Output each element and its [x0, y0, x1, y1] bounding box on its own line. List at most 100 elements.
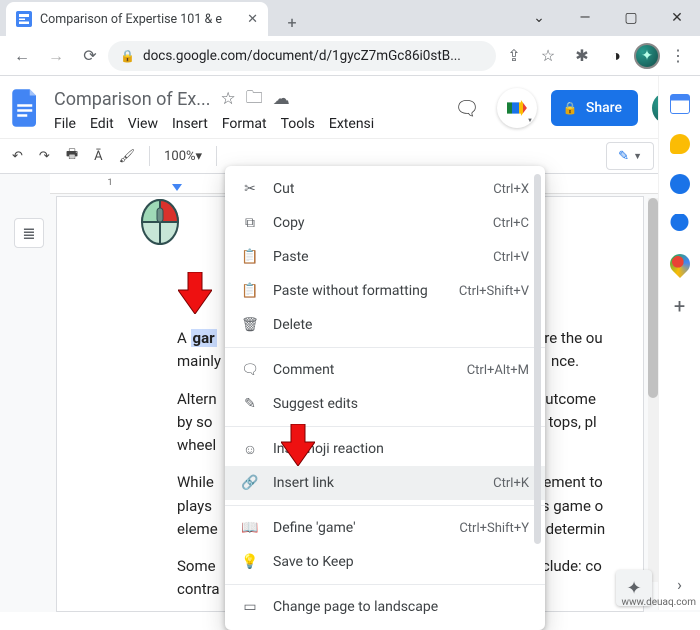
- star-icon[interactable]: ☆: [221, 89, 236, 109]
- spellcheck-button[interactable]: Ā: [88, 145, 108, 168]
- selected-text[interactable]: gar: [191, 329, 217, 347]
- menu-view[interactable]: View: [128, 116, 158, 132]
- docs-logo[interactable]: [8, 84, 44, 132]
- browser-tab[interactable]: Comparison of Expertise 101 & e ✕: [6, 2, 268, 36]
- menu-item-label: Paste: [273, 249, 479, 265]
- document-title[interactable]: Comparison of Ex...: [54, 89, 211, 110]
- menu-scroll-thumb[interactable]: [534, 174, 541, 544]
- comments-history-icon[interactable]: 🗨: [451, 92, 483, 124]
- menu-scrollbar[interactable]: [534, 174, 541, 622]
- menu-item-label: Suggest edits: [273, 396, 515, 412]
- watermark: www.deuaq.com: [622, 597, 697, 608]
- lock-icon: 🔒: [120, 49, 135, 63]
- menu-item-label: Comment: [273, 362, 453, 378]
- menu-extensions[interactable]: Extensi: [329, 116, 374, 132]
- menu-item-label: Delete: [273, 317, 515, 333]
- tab-close-icon[interactable]: ✕: [247, 12, 258, 27]
- menu-item-label: Save to Keep: [273, 554, 515, 570]
- menu-item-label: Change page to landscape: [273, 599, 515, 615]
- contacts-icon[interactable]: [670, 214, 690, 234]
- new-tab-button[interactable]: +: [278, 8, 306, 36]
- window-close[interactable]: ✕: [654, 0, 700, 36]
- share-page-icon[interactable]: ⇪: [498, 40, 530, 72]
- nav-reload-button[interactable]: ⟳: [74, 40, 106, 72]
- profile-avatar[interactable]: ✦: [634, 43, 660, 69]
- window-maximize[interactable]: ▢: [608, 0, 654, 36]
- menu-item-shortcut: Ctrl+Shift+Y: [459, 521, 529, 536]
- suggest-icon: ✎: [241, 396, 259, 412]
- print-button[interactable]: 🖶: [60, 141, 84, 171]
- bookmark-icon[interactable]: ☆: [532, 40, 564, 72]
- zoom-select[interactable]: 100% ▾: [158, 145, 208, 168]
- show-outline-button[interactable]: ≣: [14, 218, 44, 248]
- share-button[interactable]: 🔒Share: [551, 90, 638, 126]
- menu-item-comment[interactable]: 🗨CommentCtrl+Alt+M: [225, 353, 545, 387]
- maps-icon[interactable]: [665, 250, 693, 278]
- menu-item-keep[interactable]: 💡 Save to Keep: [225, 545, 545, 579]
- menu-file[interactable]: File: [54, 116, 76, 132]
- addons-plus-icon[interactable]: +: [674, 294, 685, 318]
- window-minimize[interactable]: —: [562, 0, 608, 36]
- menu-item-cut[interactable]: ✂ Cut Ctrl+X: [225, 172, 545, 206]
- docs-header: Comparison of Ex... ☆ 🗀 ☁ File Edit View…: [0, 76, 700, 132]
- menu-format[interactable]: Format: [222, 116, 267, 132]
- menu-separator: [225, 426, 545, 427]
- window-dropdown[interactable]: ⌄: [516, 0, 562, 36]
- menu-item-suggest[interactable]: ✎ Suggest edits: [225, 387, 545, 421]
- paste-icon: 📋: [241, 249, 259, 265]
- meet-icon: [507, 100, 527, 116]
- menu-item-link[interactable]: 🔗Insert linkCtrl+K: [225, 466, 545, 500]
- link-icon: 🔗: [241, 475, 259, 491]
- landscape-icon: ▭: [241, 599, 259, 615]
- copy-icon: ⧉: [241, 215, 259, 231]
- menu-item-label: Copy: [273, 215, 479, 231]
- menu-edit[interactable]: Edit: [90, 116, 114, 132]
- nav-back-button[interactable]: ←: [6, 40, 38, 72]
- scrollbar-thumb[interactable]: [648, 198, 658, 398]
- move-icon[interactable]: 🗀: [246, 85, 263, 114]
- meet-button[interactable]: [497, 88, 537, 128]
- menu-item-delete[interactable]: 🗑Delete: [225, 308, 545, 342]
- cut-icon: ✂: [241, 181, 259, 197]
- menu-bar: File Edit View Insert Format Tools Exten…: [54, 114, 374, 132]
- keep-icon: 💡: [241, 554, 259, 570]
- menu-item-label: Cut: [273, 181, 479, 197]
- define-icon: 📖: [241, 520, 259, 536]
- hide-sidepanel-icon[interactable]: ›: [677, 575, 682, 594]
- paint-format-button[interactable]: 🖌: [113, 145, 142, 168]
- menu-tools[interactable]: Tools: [281, 116, 315, 132]
- menu-item-shortcut: Ctrl+Alt+M: [467, 363, 529, 378]
- extension-dark-icon[interactable]: ◑: [600, 40, 632, 72]
- paste-plain-icon: 📋: [241, 283, 259, 299]
- address-bar[interactable]: 🔒 docs.google.com/document/d/1gycZ7mGc86…: [108, 41, 496, 71]
- calendar-icon[interactable]: [670, 94, 690, 114]
- redo-button[interactable]: ↷: [33, 145, 56, 168]
- menu-item-shortcut: Ctrl+X: [493, 182, 529, 197]
- menu-item-landscape[interactable]: ▭ Change page to landscape: [225, 590, 545, 624]
- menu-separator: [225, 584, 545, 585]
- cloud-status-icon[interactable]: ☁: [273, 89, 290, 109]
- menu-item-define[interactable]: 📖Define 'game'Ctrl+Shift+Y: [225, 511, 545, 545]
- lock-icon: 🔒: [563, 101, 578, 115]
- menu-item-emoji[interactable]: ☺Ins emoji reaction: [225, 432, 545, 466]
- menu-item-copy[interactable]: ⧉CopyCtrl+C: [225, 206, 545, 240]
- browser-menu-icon[interactable]: ⋮: [662, 40, 694, 72]
- undo-button[interactable]: ↶: [6, 145, 29, 168]
- tasks-icon[interactable]: [670, 174, 690, 194]
- nav-forward-button[interactable]: →: [40, 40, 72, 72]
- keep-icon[interactable]: [670, 134, 690, 154]
- mouse-annotation: [138, 188, 182, 246]
- docs-favicon: [16, 11, 32, 27]
- editing-mode-button[interactable]: ✎ ▼: [606, 142, 654, 170]
- extensions-icon[interactable]: ✱: [566, 40, 598, 72]
- url-text: docs.google.com/document/d/1gycZ7mGc86i0…: [143, 48, 484, 64]
- browser-actions: ⇪ ☆ ✱ ◑ ✦ ⋮: [498, 40, 694, 72]
- menu-item-paste[interactable]: 📋PasteCtrl+V: [225, 240, 545, 274]
- menu-insert[interactable]: Insert: [172, 116, 208, 132]
- vertical-scrollbar[interactable]: [648, 198, 658, 582]
- menu-item-label: Paste without formatting: [273, 283, 445, 299]
- emoji-icon: ☺: [241, 441, 259, 458]
- window-controls: ⌄ — ▢ ✕: [516, 0, 700, 36]
- context-menu: ✂CutCtrl+X⧉CopyCtrl+C📋PasteCtrl+V📋Paste …: [225, 166, 545, 630]
- menu-item-paste-plain[interactable]: 📋Paste without formattingCtrl+Shift+V: [225, 274, 545, 308]
